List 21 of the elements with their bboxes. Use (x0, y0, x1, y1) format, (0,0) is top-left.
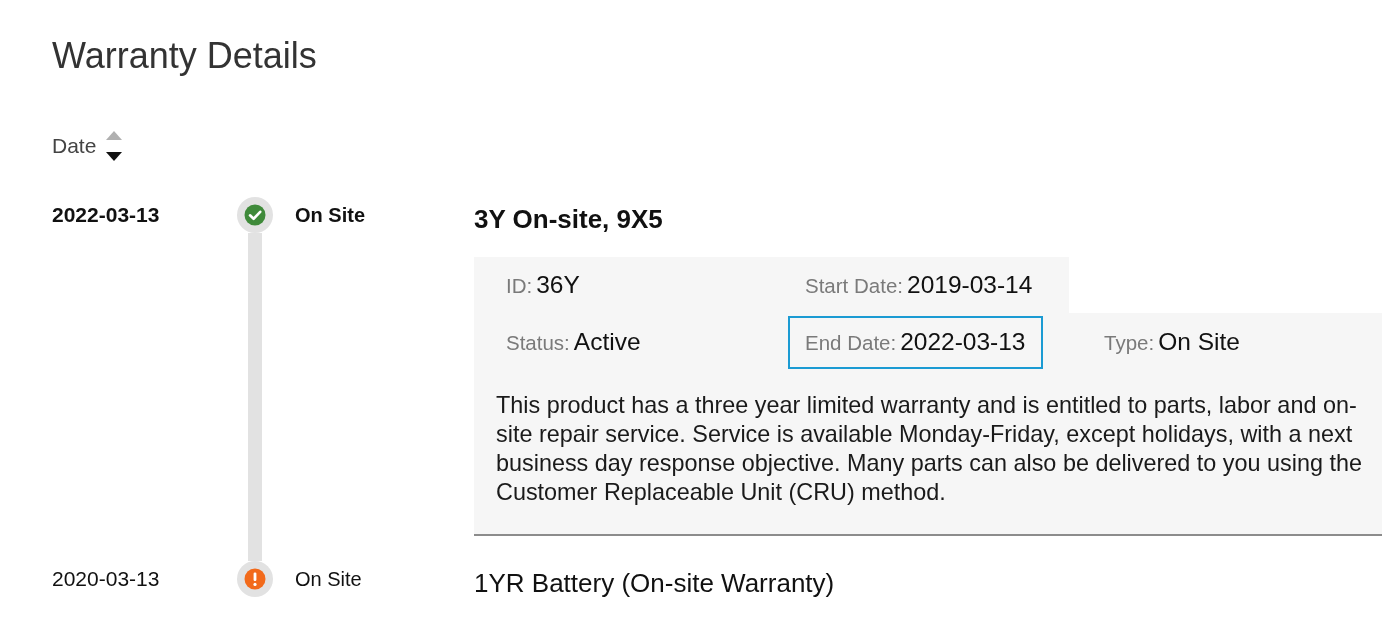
entry-date: 2020-03-13 (52, 566, 161, 592)
field-value: On Site (1158, 328, 1240, 356)
exclamation-circle-icon (237, 561, 273, 597)
field-label: ID: (506, 273, 533, 299)
field-value: 2022-03-13 (900, 328, 1026, 356)
field-label: End Date: (805, 330, 897, 356)
check-circle-icon (237, 197, 273, 233)
entry-type: On Site (294, 567, 363, 592)
field-value: 2019-03-14 (907, 271, 1033, 299)
field-label: Status: (506, 330, 570, 356)
field-label: Start Date: (805, 273, 903, 299)
entry-date: 2022-03-13 (52, 202, 161, 228)
warranty-title[interactable]: 3Y On-site, 9X5 (474, 197, 663, 237)
date-sort-button[interactable]: Date (52, 131, 123, 161)
field-label: Type: (1104, 330, 1155, 356)
field-value: 36Y (536, 271, 580, 299)
warranty-title[interactable]: 1YR Battery (On-site Warranty) (474, 561, 835, 601)
page-title: Warranty Details (52, 36, 318, 76)
entry-type: On Site (294, 203, 366, 228)
field-value: Active (573, 328, 641, 356)
warranty-description: This product has a three year limited warranty and is entitled to parts, labor and on-site repair service. Service is available Monday-Friday, except holidays, with a next business day response objective. Many parts can also be delivered to you using the Customer Replaceable Unit (CRU) method. (495, 391, 1363, 507)
